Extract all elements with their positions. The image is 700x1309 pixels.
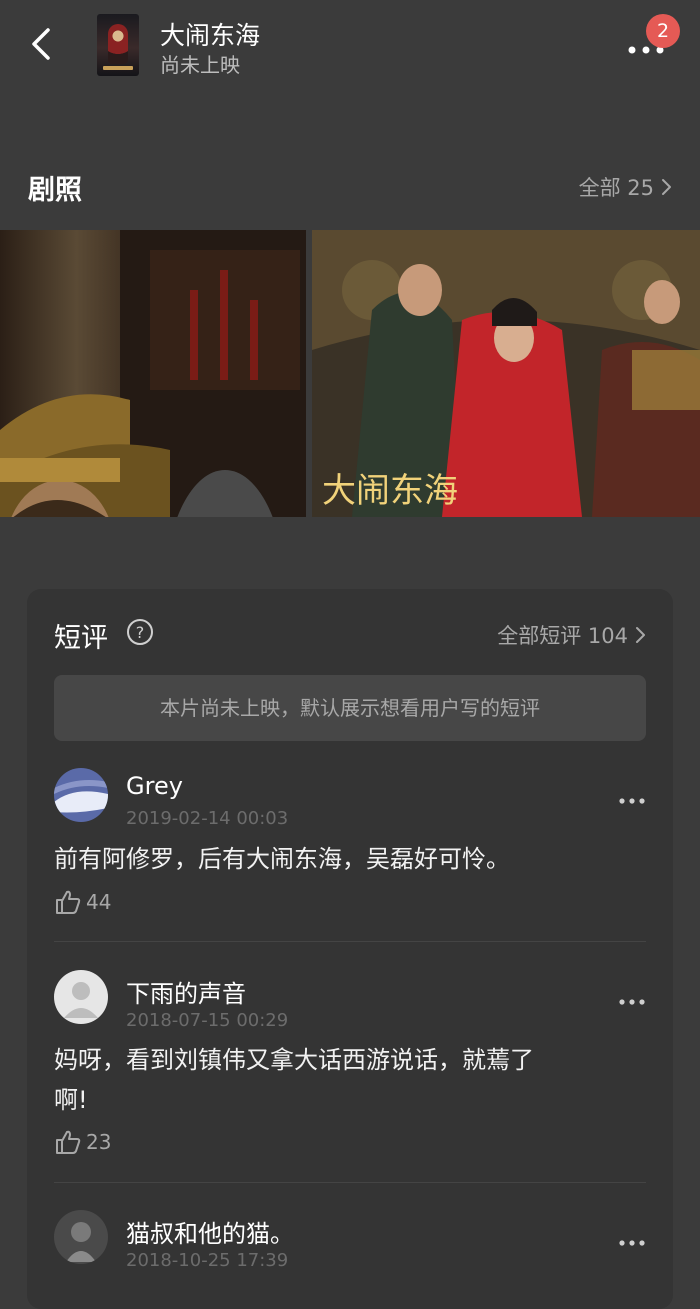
question-circle-icon: ? — [127, 619, 153, 645]
review-username[interactable]: 猫叔和他的猫。 — [126, 1214, 294, 1249]
more-dots-icon — [619, 1240, 645, 1246]
still-image-1[interactable] — [0, 230, 306, 517]
review-more-button[interactable] — [618, 1232, 646, 1246]
all-short-reviews-label: 全部短评 104 — [497, 624, 628, 648]
review-date: 2018-10-25 17:39 — [126, 1250, 289, 1271]
review-divider — [54, 1182, 646, 1183]
chevron-right-icon — [662, 179, 671, 195]
default-avatar-icon — [54, 970, 108, 1024]
review-text-line-2: 啊! — [54, 1086, 88, 1114]
unreleased-notice: 本片尚未上映，默认展示想看用户写的短评 — [54, 675, 646, 741]
review-more-button[interactable] — [618, 790, 646, 804]
thumbs-up-icon — [56, 1130, 81, 1154]
thumbs-up-icon — [56, 890, 81, 914]
poster-figure — [108, 24, 128, 64]
stills-view-all-link[interactable]: 全部 25 — [579, 172, 672, 202]
like-button[interactable]: 23 — [54, 1128, 111, 1156]
chevron-right-icon — [636, 627, 645, 643]
avatar[interactable] — [54, 970, 108, 1024]
svg-text:?: ? — [136, 623, 145, 642]
avatar[interactable] — [54, 768, 108, 822]
review-username[interactable]: 下雨的声音 — [126, 974, 246, 1009]
avatar-image — [54, 768, 108, 822]
review-date: 2018-07-15 00:29 — [126, 1010, 289, 1031]
help-button[interactable]: ? — [126, 618, 154, 646]
release-status: 尚未上映 — [160, 53, 240, 77]
more-dots-icon — [619, 798, 645, 804]
like-button[interactable]: 44 — [54, 888, 111, 916]
review-date: 2019-02-14 00:03 — [126, 808, 289, 829]
still-image-2[interactable]: 大闹东海 — [312, 230, 700, 517]
all-short-reviews-link[interactable]: 全部短评 104 — [497, 620, 646, 650]
review-divider — [54, 941, 646, 942]
review-text-line-1: 妈呀，看到刘镇伟又拿大话西游说话，就蔫了 — [54, 1046, 534, 1074]
short-reviews-title: 短评 — [54, 623, 108, 654]
stills-section-title: 剧照 — [28, 175, 82, 206]
movie-poster-thumbnail[interactable] — [97, 14, 139, 76]
notification-badge: 2 — [646, 14, 680, 48]
still-1-illustration — [0, 230, 306, 517]
like-count: 23 — [86, 1130, 112, 1154]
stills-gallery: 大闹东海 — [0, 230, 700, 517]
back-button[interactable] — [22, 22, 66, 66]
review-more-button[interactable] — [618, 991, 646, 1005]
like-count: 44 — [86, 890, 112, 914]
still-logo-text: 大闹东海 — [322, 471, 458, 511]
chevron-left-icon — [32, 28, 50, 60]
review-username[interactable]: Grey — [126, 772, 183, 800]
more-dots-icon — [619, 999, 645, 1005]
avatar[interactable] — [54, 1210, 108, 1264]
stills-all-label: 全部 25 — [578, 176, 654, 200]
movie-title: 大闹东海 — [160, 21, 261, 50]
avatar-image — [54, 1210, 108, 1264]
poster-title-mark — [103, 66, 133, 70]
still-2-illustration: 大闹东海 — [312, 230, 700, 517]
review-text: 前有阿修罗，后有大闹东海，吴磊好可怜。 — [54, 845, 510, 873]
